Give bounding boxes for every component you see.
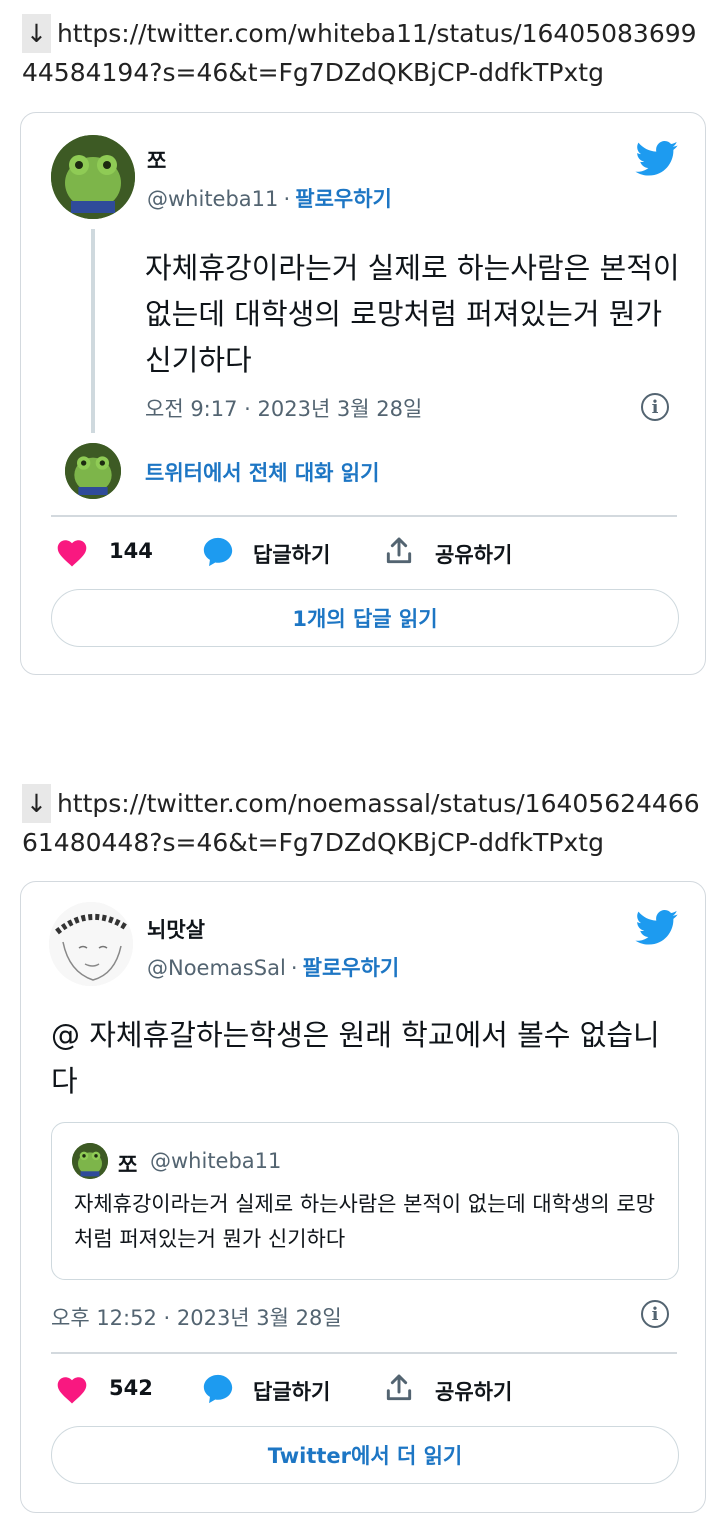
read-more-on-twitter-button[interactable]: Twitter에서 더 읽기 [51, 1426, 679, 1484]
divider [51, 1352, 677, 1354]
reply-bubble-icon[interactable] [201, 535, 235, 569]
author-handle[interactable]: @NoemasSal [147, 956, 286, 980]
quoted-tweet-text: 자체휴강이라는거 실제로 하는사람은 본적이 없는데 대학생의 로망처럼 퍼져있… [74, 1192, 656, 1251]
follow-link[interactable]: 팔로우하기 [303, 956, 400, 980]
tweet2-url-text[interactable]: ↓ https://twitter.com/noemassal/status/16… [22, 784, 712, 862]
heart-icon[interactable] [55, 537, 89, 567]
frog-plush-avatar-icon [51, 135, 135, 219]
tweet1-url[interactable]: https://twitter.com/whiteba11/status/164… [22, 19, 697, 87]
read-full-conversation-link[interactable]: 트위터에서 전체 대화 읽기 [145, 457, 379, 487]
info-icon[interactable]: i [641, 393, 669, 421]
separator-dot: · [290, 956, 298, 980]
read-replies-button[interactable]: 1개의 답글 읽기 [51, 589, 679, 647]
frog-plush-avatar-icon [72, 1143, 108, 1179]
reply-bubble-icon[interactable] [201, 1372, 235, 1406]
author-line: @whiteba11 · 팔로우하기 [147, 183, 392, 213]
tweet-text: 자체휴강이라는거 실제로 하는사람은 본적이 없는데 대학생의 로망처럼 퍼져있… [145, 251, 680, 377]
quoted-avatar [72, 1143, 108, 1179]
twitter-bird-icon[interactable] [635, 141, 679, 177]
share-icon[interactable] [383, 535, 415, 567]
author-name[interactable]: 쪼 [147, 145, 166, 175]
avatar[interactable] [51, 135, 135, 219]
like-count: 144 [109, 539, 153, 563]
like-count: 542 [109, 1376, 153, 1400]
quoted-tweet[interactable]: 쪼 @whiteba11 자체휴강이라는거 실제로 하는사람은 본적이 없는데 … [51, 1122, 679, 1280]
share-icon[interactable] [383, 1372, 415, 1404]
separator-dot: · [283, 187, 291, 211]
tweet1-url-text[interactable]: ↓ https://twitter.com/whiteba11/status/16… [22, 14, 712, 92]
author-line: @NoemasSal · 팔로우하기 [147, 952, 399, 982]
heart-icon[interactable] [55, 1374, 89, 1404]
twitter-bird-icon[interactable] [635, 910, 679, 946]
tweet-timestamp[interactable]: 오전 9:17 · 2023년 3월 28일 [145, 393, 422, 423]
follow-link[interactable]: 팔로우하기 [295, 187, 392, 211]
info-icon[interactable]: i [641, 1300, 669, 1328]
frog-plush-avatar-icon [65, 443, 121, 499]
tweet2-url[interactable]: https://twitter.com/noemassal/status/164… [22, 789, 700, 857]
divider [51, 515, 677, 517]
reply-label[interactable]: 답글하기 [253, 1376, 330, 1406]
share-label[interactable]: 공유하기 [435, 539, 512, 569]
quoted-author-handle: @whiteba11 [150, 1149, 282, 1173]
tweet-embed-card-2: 뇌맛살 @NoemasSal · 팔로우하기 @ 자체휴갈하는학생은 원래 학교… [20, 881, 706, 1513]
quoted-author-name: 쪼 [118, 1153, 138, 1177]
tweet-timestamp[interactable]: 오후 12:52 · 2023년 3월 28일 [51, 1302, 342, 1332]
tweet-embed-card-1: 쪼 @whiteba11 · 팔로우하기 자체휴강이라는거 실제로 하는사람은 … [20, 112, 706, 675]
sketch-character-avatar-icon [49, 902, 133, 986]
reply-label[interactable]: 답글하기 [253, 539, 330, 569]
share-label[interactable]: 공유하기 [435, 1376, 512, 1406]
tweet-text: @ 자체휴갈하는학생은 원래 학교에서 볼수 없습니다 [51, 1018, 660, 1098]
thread-connector-line [91, 229, 95, 433]
download-arrow-icon: ↓ [22, 784, 51, 823]
thread-avatar[interactable] [65, 443, 121, 499]
author-name[interactable]: 뇌맛살 [147, 914, 205, 944]
author-handle[interactable]: @whiteba11 [147, 187, 278, 211]
avatar[interactable] [49, 902, 133, 986]
download-arrow-icon: ↓ [22, 14, 51, 53]
